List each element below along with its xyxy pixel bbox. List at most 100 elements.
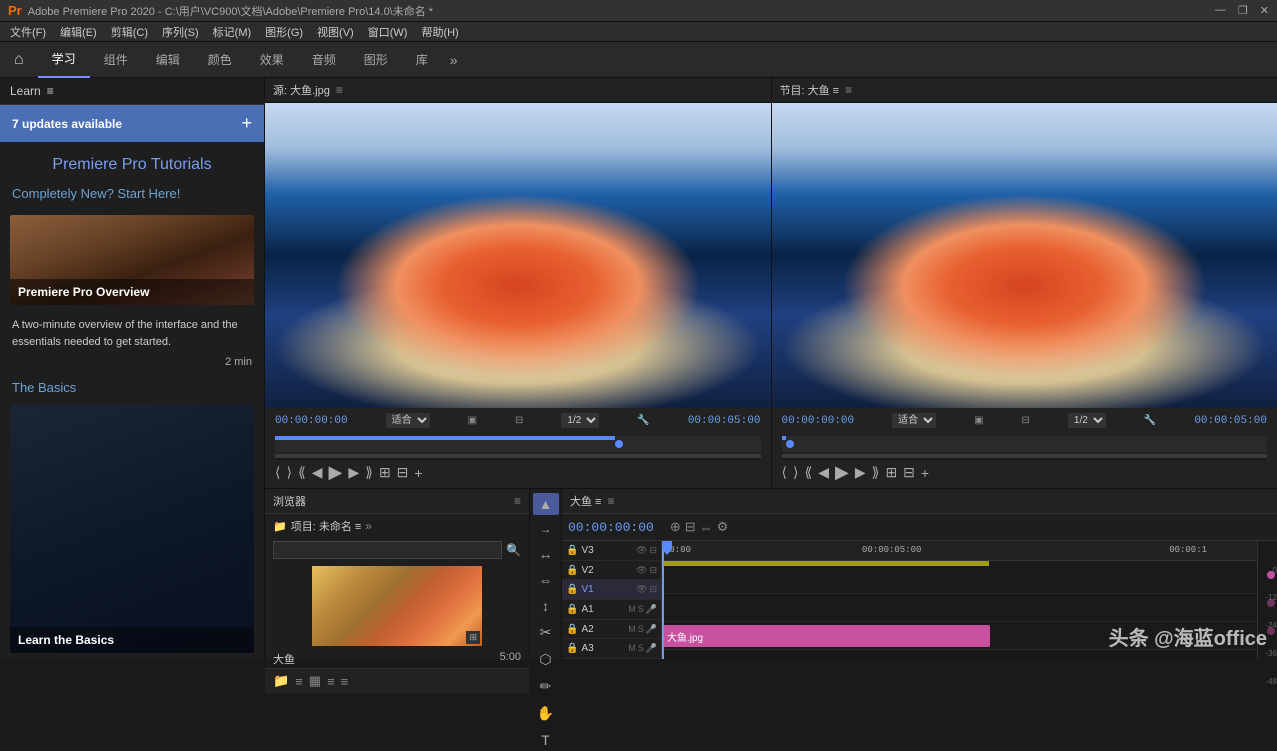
workspace-more-icon[interactable]: » bbox=[442, 52, 466, 68]
timeline-timecode[interactable]: 00:00:00:00 bbox=[568, 520, 654, 535]
learn-menu-icon[interactable]: ≡ bbox=[47, 84, 54, 98]
menu-marker[interactable]: 标记(M) bbox=[207, 24, 258, 40]
source-btn-step-fwd[interactable]: ⟫ bbox=[365, 464, 373, 481]
tool-ripple-edit[interactable]: ↔ bbox=[533, 543, 559, 565]
timeline-tool-linked-sel[interactable]: ⇔ bbox=[700, 520, 713, 535]
track-a1-lock-icon[interactable]: 🔒 bbox=[566, 604, 578, 615]
video-clip-daiyu[interactable]: 大鱼.jpg bbox=[663, 625, 990, 647]
tab-learn[interactable]: 学习 bbox=[38, 42, 90, 78]
program-monitor-menu-icon[interactable]: ≡ bbox=[845, 83, 852, 97]
search-input[interactable] bbox=[273, 541, 502, 559]
track-a2-m-icon[interactable]: M bbox=[628, 624, 636, 635]
home-icon[interactable]: ⌂ bbox=[0, 51, 38, 69]
project-tool-sort[interactable]: ≡ bbox=[341, 674, 349, 689]
updates-plus-button[interactable]: + bbox=[241, 113, 252, 134]
track-a2-s-icon[interactable]: S bbox=[638, 624, 644, 635]
menu-window[interactable]: 窗口(W) bbox=[362, 24, 414, 40]
tool-rate-stretch[interactable]: ↕ bbox=[533, 595, 559, 617]
premiere-overview-card[interactable]: Premiere Pro Overview bbox=[10, 215, 254, 305]
menu-clip[interactable]: 剪辑(C) bbox=[105, 24, 154, 40]
tab-audio[interactable]: 音频 bbox=[298, 42, 350, 78]
track-a3-s-icon[interactable]: S bbox=[638, 643, 644, 654]
menu-file[interactable]: 文件(F) bbox=[4, 24, 52, 40]
track-a3-lock-icon[interactable]: 🔒 bbox=[566, 643, 578, 654]
tab-graphics[interactable]: 图形 bbox=[350, 42, 402, 78]
search-icon[interactable]: 🔍 bbox=[506, 543, 521, 557]
tab-color[interactable]: 颜色 bbox=[194, 42, 246, 78]
tool-hand[interactable]: ✋ bbox=[533, 702, 559, 725]
source-btn-play[interactable]: ▶ bbox=[329, 462, 343, 483]
track-v2-eye-icon[interactable]: 👁 bbox=[636, 565, 647, 576]
updates-banner[interactable]: 7 updates available + bbox=[0, 105, 264, 142]
project-tool-list-view[interactable]: ≡ bbox=[295, 674, 303, 689]
program-btn-prev-frame[interactable]: ◀ bbox=[818, 464, 829, 481]
program-btn-next-frame[interactable]: ▶ bbox=[855, 464, 866, 481]
title-bar-controls[interactable]: — ❐ ✕ bbox=[1215, 4, 1269, 17]
track-v3-eye-icon[interactable]: 👁 bbox=[636, 545, 647, 556]
track-a2-lock-icon[interactable]: 🔒 bbox=[566, 624, 578, 635]
source-timecode-start[interactable]: 00:00:00:00 bbox=[275, 415, 348, 427]
track-v1-clip-icon[interactable]: ⊟ bbox=[649, 584, 657, 595]
program-btn-play[interactable]: ▶ bbox=[835, 462, 849, 483]
source-btn-next-frame[interactable]: ▶ bbox=[348, 464, 359, 481]
program-btn-step-fwd[interactable]: ⟫ bbox=[872, 464, 880, 481]
track-v3-clip-icon[interactable]: ⊟ bbox=[649, 545, 657, 556]
track-v2-lock-icon[interactable]: 🔒 bbox=[566, 565, 578, 576]
tool-select[interactable]: ▲ bbox=[533, 493, 559, 515]
track-v3-lock-icon[interactable]: 🔒 bbox=[566, 545, 578, 556]
learn-basics-card[interactable]: Learn the Basics bbox=[10, 405, 254, 653]
menu-edit[interactable]: 编辑(E) bbox=[54, 24, 103, 40]
source-btn-to-in[interactable]: ⟨ bbox=[275, 464, 280, 481]
program-timecode-start[interactable]: 00:00:00:00 bbox=[782, 415, 855, 427]
maximize-button[interactable]: ❐ bbox=[1238, 4, 1248, 17]
tool-track-select[interactable]: → bbox=[533, 519, 559, 539]
tab-edit[interactable]: 编辑 bbox=[142, 42, 194, 78]
tool-slip[interactable]: ⬡ bbox=[533, 648, 559, 671]
timeline-menu-icon[interactable]: ≡ bbox=[607, 494, 614, 508]
program-fit-select[interactable]: 适合 bbox=[892, 413, 936, 428]
source-btn-add[interactable]: + bbox=[414, 465, 422, 481]
minimize-button[interactable]: — bbox=[1215, 4, 1226, 17]
source-btn-insert[interactable]: ⊞ bbox=[379, 464, 391, 481]
tab-effects[interactable]: 效果 bbox=[246, 42, 298, 78]
program-btn-overwrite[interactable]: ⊟ bbox=[903, 464, 915, 481]
source-playhead[interactable] bbox=[615, 440, 623, 448]
program-btn-to-in[interactable]: ⟨ bbox=[782, 464, 787, 481]
source-btn-prev-frame[interactable]: ◀ bbox=[312, 464, 323, 481]
track-a1-mic-icon[interactable]: 🎤 bbox=[646, 604, 657, 615]
tab-assembly[interactable]: 组件 bbox=[90, 42, 142, 78]
track-a3-mic-icon[interactable]: 🎤 bbox=[646, 643, 657, 654]
playhead[interactable] bbox=[662, 541, 664, 659]
track-a3-m-icon[interactable]: M bbox=[628, 643, 636, 654]
project-panel-menu-icon[interactable]: ≡ bbox=[514, 494, 521, 508]
project-tool-icon-view[interactable]: ▦ bbox=[309, 673, 321, 689]
timeline-tool-snap[interactable]: ⊟ bbox=[685, 519, 696, 535]
track-v1-lock-icon[interactable]: 🔒 bbox=[566, 584, 578, 595]
track-a2-mic-icon[interactable]: 🎤 bbox=[646, 624, 657, 635]
track-a1-m-icon[interactable]: M bbox=[628, 604, 636, 615]
menu-sequence[interactable]: 序列(S) bbox=[156, 24, 205, 40]
program-btn-add[interactable]: + bbox=[921, 465, 929, 481]
tab-library[interactable]: 库 bbox=[402, 42, 442, 78]
program-btn-insert[interactable]: ⊞ bbox=[885, 464, 897, 481]
tool-pen[interactable]: ✏ bbox=[533, 675, 559, 698]
project-tool-new-folder[interactable]: 📁 bbox=[273, 673, 289, 689]
program-btn-to-out[interactable]: ⟩ bbox=[793, 464, 798, 481]
track-a1-s-icon[interactable]: S bbox=[638, 604, 644, 615]
tool-type[interactable]: T bbox=[533, 729, 559, 751]
timeline-tool-settings[interactable]: ⚙ bbox=[717, 519, 729, 535]
program-btn-step-back[interactable]: ⟪ bbox=[804, 464, 812, 481]
source-monitor-menu-icon[interactable]: ≡ bbox=[336, 83, 343, 97]
close-button[interactable]: ✕ bbox=[1260, 4, 1269, 17]
menu-graphics[interactable]: 图形(G) bbox=[259, 24, 309, 40]
source-fit-select[interactable]: 适合 bbox=[386, 413, 430, 428]
tool-rolling-edit[interactable]: ⇔ bbox=[533, 569, 559, 591]
project-expand-icon[interactable]: » bbox=[365, 519, 372, 533]
source-progress-bar[interactable] bbox=[275, 436, 761, 452]
timeline-tool-add-marker[interactable]: ⊕ bbox=[670, 519, 681, 535]
source-res-select[interactable]: 1/2 bbox=[561, 413, 599, 428]
track-v1-eye-icon[interactable]: 👁 bbox=[636, 584, 647, 595]
source-btn-step-back[interactable]: ⟪ bbox=[298, 464, 306, 481]
menu-view[interactable]: 视图(V) bbox=[311, 24, 360, 40]
source-btn-to-out[interactable]: ⟩ bbox=[286, 464, 291, 481]
